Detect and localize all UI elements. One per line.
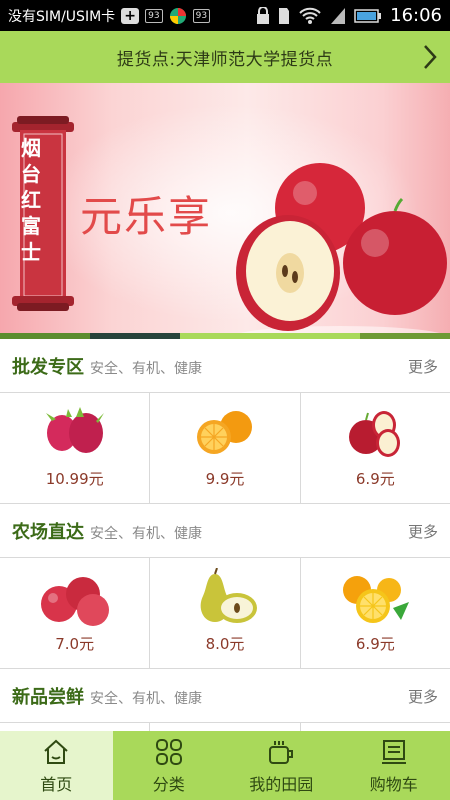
- indicator-dot: [180, 333, 270, 339]
- nav-label: 我的田园: [249, 774, 314, 794]
- citrus-icon: [343, 576, 410, 623]
- product-price: 10.99元: [45, 470, 104, 488]
- product-price: 6.9元: [355, 470, 395, 488]
- nav-label: 购物车: [369, 774, 418, 794]
- nav-my-garden[interactable]: 我的田园: [225, 731, 338, 800]
- clock: 16:06: [390, 5, 442, 26]
- nav-label: 首页: [40, 774, 73, 794]
- section-title: 新品尝鲜: [12, 687, 84, 708]
- battery-icon: [354, 8, 382, 23]
- add-notification-icon: +: [121, 7, 140, 24]
- indicator-dot: [360, 333, 450, 339]
- pear-icon: [200, 568, 257, 623]
- signal-icon: [331, 7, 346, 24]
- chevron-right-icon: [424, 45, 437, 69]
- product-card[interactable]: 8.0元: [150, 558, 301, 668]
- product-price: 9.9元: [205, 470, 245, 488]
- product-price: 7.0元: [55, 635, 95, 653]
- more-link[interactable]: 更多: [408, 521, 438, 542]
- product-card[interactable]: 10.99元: [0, 393, 151, 503]
- section-title: 农场直达: [12, 522, 84, 543]
- battery-badge-a: 93: [145, 8, 163, 23]
- product-card[interactable]: 6.9元: [301, 558, 450, 668]
- more-link[interactable]: 更多: [408, 686, 438, 707]
- nav-cart[interactable]: 购物车: [338, 731, 450, 800]
- section-header-farm-direct: 农场直达 安全、有机、健康 更多: [0, 505, 450, 557]
- section-header-new-products: 新品尝鲜 安全、有机、健康 更多: [0, 670, 450, 722]
- banner-indicator: [0, 333, 450, 339]
- garden-icon: [269, 740, 294, 764]
- product-row-farm-direct: 7.0元 8.0元 6.9元: [0, 557, 450, 669]
- section-header-wholesale: 批发专区 安全、有机、健康 更多: [0, 340, 450, 392]
- more-link[interactable]: 更多: [408, 356, 438, 377]
- product-card[interactable]: 7.0元: [0, 558, 151, 668]
- dragon-fruit-icon: [45, 407, 104, 453]
- indicator-dot-active: [90, 333, 180, 339]
- orange-icon: [196, 411, 252, 454]
- app-notification-icon: [169, 7, 186, 24]
- nav-label: 分类: [152, 774, 185, 794]
- banner-vertical-title: 烟台红富士: [21, 136, 41, 264]
- product-price: 6.9元: [355, 635, 395, 653]
- wifi-icon: [299, 7, 321, 24]
- cart-icon: [381, 739, 406, 764]
- product-price: 8.0元: [205, 635, 245, 653]
- product-card[interactable]: 9.9元: [150, 393, 301, 503]
- pickup-point-bar[interactable]: 提货点:天津师范大学提货点: [0, 31, 450, 83]
- apple-icon: [349, 411, 401, 457]
- carrier-text: 没有SIM/USIM卡: [8, 8, 116, 25]
- promo-banner[interactable]: 烟台红富士 元乐享: [0, 83, 450, 333]
- section-tags: 安全、有机、健康: [90, 525, 202, 542]
- apple-illustration: [236, 163, 447, 333]
- section-title: 批发专区: [12, 357, 84, 378]
- sd-card-icon: [279, 7, 290, 24]
- status-bar: 没有SIM/USIM卡 + 93 93 16:06: [0, 0, 450, 31]
- nav-category[interactable]: 分类: [113, 731, 226, 800]
- product-card[interactable]: 6.9元: [301, 393, 450, 503]
- banner-slogan: 元乐享: [80, 192, 213, 241]
- pickup-point-label: 提货点:天津师范大学提货点: [116, 49, 334, 70]
- product-row-wholesale: 10.99元 9.9元 6.9元: [0, 392, 450, 504]
- bottom-navigation: 首页 分类 我的田园 购物车: [0, 731, 450, 800]
- indicator-dot: [0, 333, 90, 339]
- section-tags: 安全、有机、健康: [90, 360, 202, 377]
- apples-icon: [40, 577, 109, 626]
- nav-home[interactable]: 首页: [0, 731, 113, 800]
- app-screen: 没有SIM/USIM卡 + 93 93 16:06 提货点:天津师范大学提货点 …: [0, 0, 450, 800]
- category-icon: [155, 738, 182, 765]
- lock-icon: [257, 6, 270, 24]
- indicator-dot: [270, 333, 360, 339]
- battery-badge-b: 93: [192, 8, 211, 23]
- section-tags: 安全、有机、健康: [90, 690, 202, 707]
- home-icon: [44, 739, 68, 764]
